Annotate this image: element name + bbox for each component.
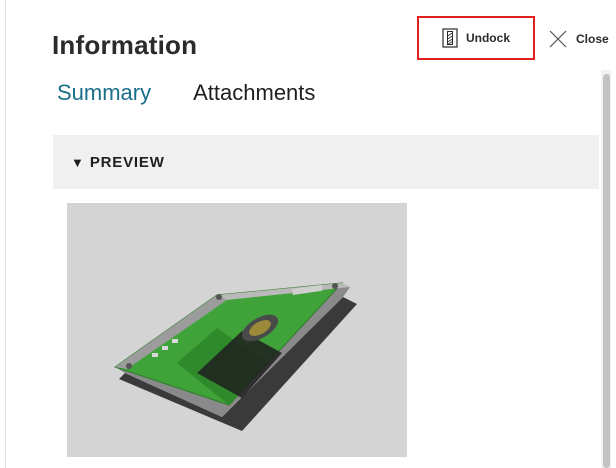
undock-icon xyxy=(442,28,458,48)
undock-button[interactable]: Undock xyxy=(417,16,535,60)
panel-left-border xyxy=(5,0,6,468)
preview-section-label: PREVIEW xyxy=(89,153,165,171)
close-icon xyxy=(549,30,567,48)
preview-section-header[interactable]: ▼ PREVIEW xyxy=(53,135,599,189)
preview-image xyxy=(67,203,407,457)
panel-title: Information xyxy=(52,30,198,60)
tab-bar: Summary Attachments xyxy=(57,80,315,106)
close-label: Close xyxy=(576,32,609,46)
tab-attachments[interactable]: Attachments xyxy=(193,80,315,106)
undock-label: Undock xyxy=(465,31,510,45)
hard-drive-illustration xyxy=(113,282,357,431)
caret-down-icon: ▼ xyxy=(71,154,84,170)
scrollbar-thumb[interactable] xyxy=(603,74,610,468)
close-button[interactable]: Close xyxy=(548,26,609,52)
tab-summary[interactable]: Summary xyxy=(57,80,151,106)
information-panel: Information Undock Close Summary Attachm… xyxy=(0,0,616,468)
